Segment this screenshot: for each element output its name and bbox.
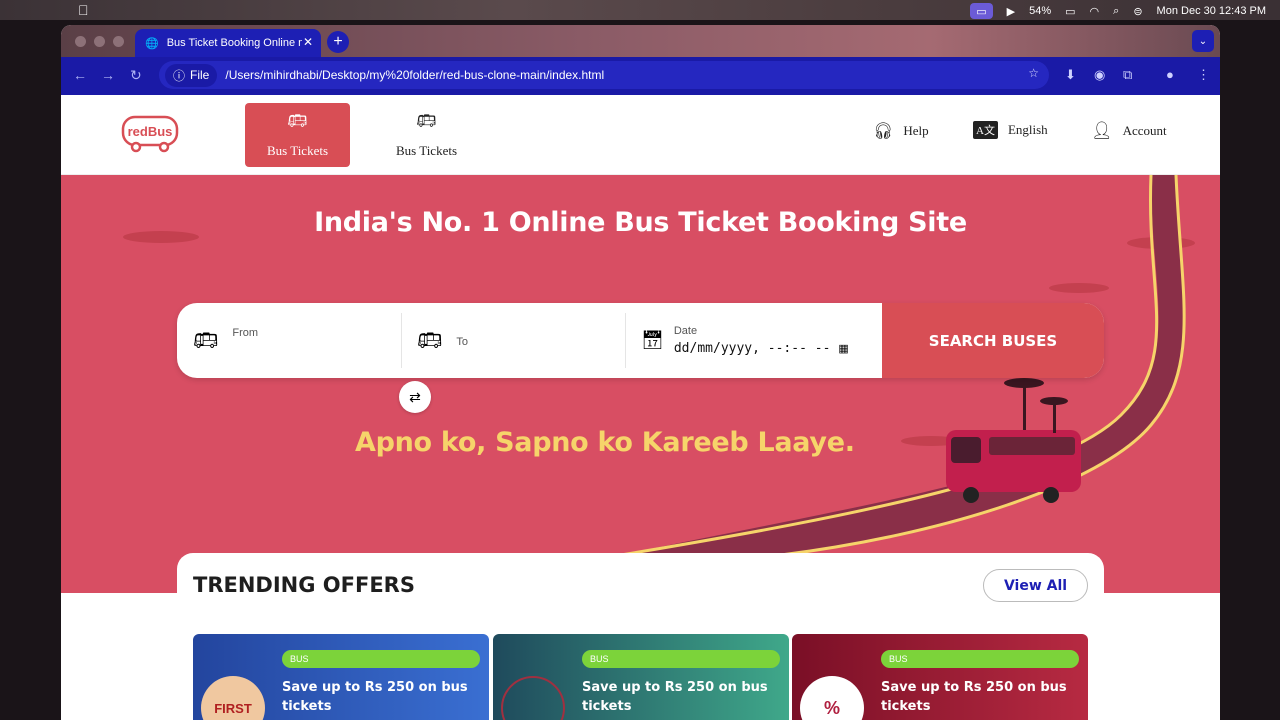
- profile-avatar[interactable]: ●: [1166, 67, 1174, 82]
- hero-tagline: Apno ko, Sapno ko Kareeb Laaye.: [355, 427, 855, 458]
- control-center-icon[interactable]: ⊜: [1133, 5, 1142, 18]
- reload-icon[interactable]: ↻: [130, 67, 142, 84]
- nav-tab-bus-tickets-active[interactable]: 🚌︎ Bus Tickets: [245, 103, 350, 167]
- offer-card[interactable]: FIRST BUS Save up to Rs 250 on bus ticke…: [193, 634, 489, 720]
- bookmark-star-icon[interactable]: ☆: [1028, 66, 1039, 80]
- new-tab-button[interactable]: +: [327, 31, 349, 53]
- offer-card[interactable]: % BUS Save up to Rs 250 on bus tickets: [792, 634, 1088, 720]
- browser-menu-icon[interactable]: ⋮: [1197, 67, 1210, 83]
- offer-badge: BUS: [881, 650, 1079, 668]
- help-link[interactable]: 🎧︎ Help: [873, 121, 929, 141]
- globe-icon: 🌐: [145, 37, 159, 50]
- offer-card[interactable]: BUS Save up to Rs 250 on bus tickets: [493, 634, 789, 720]
- wifi-icon[interactable]: ◠: [1090, 5, 1100, 18]
- offer-text: Save up to Rs 250 on bus tickets: [282, 680, 468, 714]
- minimize-window-button[interactable]: [94, 36, 105, 47]
- from-label: From: [232, 326, 259, 339]
- account-link[interactable]: 👤︎ Account: [1091, 121, 1167, 141]
- address-toolbar: ← → ↻ ⓘ File /Users/mihirdhabi/Desktop/my…: [61, 57, 1220, 95]
- logo-text: redBus: [128, 124, 173, 139]
- site-header: redBus 🚌︎ Bus Tickets 🚌︎ Bus Tickets 🎧︎ …: [61, 95, 1220, 175]
- bus-icon: 🚌︎: [416, 113, 437, 130]
- divider: [625, 313, 626, 368]
- trending-offers-panel: TRENDING OFFERS View All FIRST BUS Save …: [177, 553, 1104, 720]
- window-controls: [75, 36, 124, 47]
- offer-text: Save up to Rs 250 on bus tickets: [881, 680, 1067, 714]
- bus-icon: 🚌︎: [193, 330, 219, 352]
- headphones-icon: 🎧︎: [873, 123, 894, 140]
- account-label: Account: [1122, 123, 1167, 138]
- offer-image: FIRST: [201, 676, 265, 720]
- extensions-puzzle-icon[interactable]: ⧉: [1123, 67, 1132, 83]
- file-label: File: [190, 68, 210, 82]
- hero-banner: India's No. 1 Online Bus Ticket Booking …: [61, 175, 1220, 593]
- calendar-icon: 📅︎: [641, 330, 664, 350]
- swap-arrows-icon: ⇄: [409, 388, 421, 405]
- bus-icon: 🚌︎: [287, 113, 308, 130]
- bus-icon: 🚌︎: [417, 330, 443, 352]
- from-field[interactable]: 🚌︎ From: [193, 303, 399, 378]
- back-icon[interactable]: ←: [73, 67, 87, 83]
- tab-bar: 🌐 Bus Ticket Booking Online m ✕ + ⌄: [61, 25, 1220, 57]
- web-page: redBus 🚌︎ Bus Tickets 🚌︎ Bus Tickets 🎧︎ …: [61, 95, 1220, 720]
- user-icon: 👤︎: [1091, 121, 1113, 140]
- date-field[interactable]: 📅︎ Date dd/mm/yyyy, --:-- -- ▦: [641, 303, 871, 378]
- date-input[interactable]: dd/mm/yyyy, --:-- --: [674, 341, 831, 356]
- extension-color-icon[interactable]: ◉: [1094, 67, 1105, 83]
- site-info-chip[interactable]: ⓘ File: [165, 63, 218, 87]
- omnibox[interactable]: ⓘ File /Users/mihirdhabi/Desktop/my%20fol…: [159, 61, 1049, 89]
- offer-image: [501, 676, 565, 720]
- clock[interactable]: Mon Dec 30 12:43 PM: [1157, 5, 1266, 17]
- to-label: To: [456, 336, 469, 348]
- redbus-logo[interactable]: redBus: [121, 115, 179, 153]
- play-icon[interactable]: ▶: [1007, 5, 1015, 18]
- palm-tree-icon: [1004, 378, 1068, 433]
- date-label: Date: [673, 325, 698, 337]
- nav-tab-label: Bus Tickets: [395, 143, 458, 158]
- nav-tab-bus-tickets[interactable]: 🚌︎ Bus Tickets: [374, 103, 479, 167]
- offer-badge: BUS: [282, 650, 480, 668]
- search-buses-button[interactable]: SEARCH BUSES: [882, 303, 1104, 378]
- battery-level[interactable]: 54%: [1029, 5, 1051, 17]
- offer-text: Save up to Rs 250 on bus tickets: [582, 680, 768, 714]
- hero-headline: India's No. 1 Online Bus Ticket Booking …: [314, 207, 967, 238]
- browser-tab-active[interactable]: 🌐 Bus Ticket Booking Online m ✕: [135, 29, 321, 57]
- cloud-icon: [1049, 283, 1109, 293]
- url-text[interactable]: /Users/mihirdhabi/Desktop/my%20folder/re…: [225, 68, 604, 82]
- download-icon[interactable]: ⬇: [1065, 67, 1076, 83]
- offers-title: TRENDING OFFERS: [193, 573, 415, 597]
- os-menu-bar:  ▭ ▶ 54% ▭ ◠ ⌕ ⊜ Mon Dec 30 12:43 PM: [0, 0, 1280, 20]
- date-picker-icon[interactable]: ▦: [838, 342, 848, 355]
- browser-window: 🌐 Bus Ticket Booking Online m ✕ + ⌄ ← → …: [61, 25, 1220, 720]
- offer-image: %: [800, 676, 864, 720]
- swap-locations-button[interactable]: ⇄: [399, 381, 431, 413]
- battery-icon: ▭: [1065, 5, 1076, 18]
- search-form: 🚌︎ From 🚌︎ To 📅︎ Date dd/mm/yyyy, --:-- …: [177, 303, 1104, 378]
- apple-icon[interactable]: : [78, 2, 89, 18]
- close-window-button[interactable]: [75, 36, 86, 47]
- maximize-window-button[interactable]: [113, 36, 124, 47]
- offer-badge: BUS: [582, 650, 780, 668]
- spotlight-icon[interactable]: ⌕: [1113, 5, 1119, 18]
- help-label: Help: [903, 123, 929, 138]
- language-link[interactable]: A文 English: [973, 121, 1048, 139]
- close-tab-icon[interactable]: ✕: [303, 35, 313, 49]
- info-icon: ⓘ: [173, 68, 186, 83]
- forward-icon[interactable]: →: [101, 67, 115, 83]
- nav-tab-label: Bus Tickets: [266, 143, 329, 158]
- divider: [401, 313, 402, 368]
- language-icon: A文: [973, 121, 998, 139]
- view-all-button[interactable]: View All: [983, 569, 1088, 602]
- screen-share-icon[interactable]: ▭: [970, 3, 993, 19]
- tab-search-button[interactable]: ⌄: [1192, 30, 1214, 52]
- to-field[interactable]: 🚌︎ To: [417, 303, 623, 378]
- language-label: English: [1007, 122, 1048, 137]
- tab-title: Bus Ticket Booking Online m: [166, 37, 302, 49]
